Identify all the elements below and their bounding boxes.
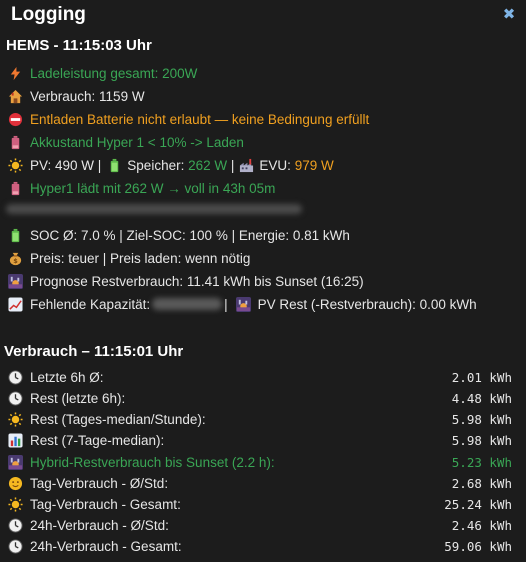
fehlend-label: Fehlende Kapazität: [30,296,151,312]
speicher-value: 262 W [188,157,228,173]
pv-rest-text: PV Rest (-Restverbrauch): 0.00 kWh [257,296,477,312]
verbrauch-row: Hybrid-Restverbrauch bis Sunset (2.2 h):… [8,452,512,472]
line-text: Hyper1 lädt mit 262 W → voll in 43h 05m [30,180,276,196]
verbrauch-label: Rest (letzte 6h): [30,390,126,406]
clock-icon [8,369,23,385]
bolt-icon [8,66,23,81]
line-text: Preis: teuer | Preis laden: wenn nötig [30,250,251,266]
verbrauch-row: Tag-Verbrauch - Gesamt: 25.24 kWh [8,494,512,514]
chart-increasing-icon [8,296,23,312]
hems-line-ladeleistung: Ladeleistung gesamt: 200W [8,63,197,83]
verbrauch-title: Verbrauch – 11:15:01 Uhr [4,343,184,360]
verbrauch-row: 24h-Verbrauch - Gesamt: 59.06 kWh [8,536,512,556]
battery-pink-icon [8,181,23,196]
hems-line-hyper: Hyper1 lädt mit 262 W → voll in 43h 05m [8,178,275,198]
verbrauch-value: 5.98 kWh [451,411,512,427]
fehlend-separator: | [224,296,228,312]
close-icon[interactable]: ✖ [502,7,516,22]
verbrauch-value: 59.06 kWh [444,538,512,554]
verbrauch-row: Tag-Verbrauch - Ø/Std: 2.68 kWh [8,473,512,493]
verbrauch-row: Rest (Tages-median/Stunde): 5.98 kWh [8,409,512,429]
verbrauch-label: 24h-Verbrauch - Ø/Std: [30,517,169,533]
hems-line-fehlend: Fehlende Kapazität: | PV Rest (-Restverb… [8,294,477,314]
svg-text:$: $ [13,257,18,265]
panel-title: Logging [11,4,86,25]
sunset-icon [8,273,23,289]
verbrauch-label: 24h-Verbrauch - Gesamt: [30,538,182,554]
hems-line-prognose: Prognose Restverbrauch: 11.41 kWh bis Su… [8,271,364,291]
factory-icon [239,158,254,173]
hems-line-pv: PV: 490 W | Speicher: 262 W | EVU: 979 W [8,155,334,175]
line-text: SOC Ø: 7.0 % | Ziel-SOC: 100 % | Energie… [30,227,350,243]
hems-line-preis: $ Preis: teuer | Preis laden: wenn nötig [8,248,250,268]
no-entry-icon [8,112,23,127]
pv-separator: | [230,157,235,173]
sunset-icon [8,454,23,470]
speicher-label: Speicher: [127,157,185,173]
verbrauch-value: 5.23 kWh [451,454,512,470]
line-text: Entladen Batterie nicht erlaubt — keine … [30,111,370,127]
verbrauch-value: 2.68 kWh [451,475,512,491]
verbrauch-value: 4.48 kWh [451,390,512,406]
verbrauch-label: Letzte 6h Ø: [30,369,104,385]
battery-icon [8,228,23,243]
hems-title: HEMS - 11:15:03 Uhr [6,37,152,54]
verbrauch-label: Hybrid-Restverbrauch bis Sunset (2.2 h): [30,454,275,470]
redacted-line [6,204,302,214]
line-text: Prognose Restverbrauch: 11.41 kWh bis Su… [30,273,364,289]
sun-icon [8,157,23,173]
evu-value: 979 W [294,157,334,173]
house-icon [8,89,23,104]
verbrauch-row: Letzte 6h Ø: 2.01 kWh [8,367,512,387]
sunset-icon [235,296,251,312]
verbrauch-value: 25.24 kWh [444,496,512,512]
hems-line-verbrauch: Verbrauch: 1159 W [8,86,145,106]
evu-label: EVU: [259,157,291,173]
verbrauch-label: Tag-Verbrauch - Ø/Std: [30,475,169,491]
hems-line-soc: SOC Ø: 7.0 % | Ziel-SOC: 100 % | Energie… [8,225,350,245]
verbrauch-label: Rest (7-Tage-median): [30,432,165,448]
line-text: Verbrauch: 1159 W [30,88,145,104]
sun-icon [8,496,23,512]
verbrauch-value: 2.01 kWh [451,369,512,385]
line-text: Ladeleistung gesamt: 200W [30,65,198,81]
hems-line-entladen: Entladen Batterie nicht erlaubt — keine … [8,109,369,129]
logging-panel: Logging ✖ HEMS - 11:15:03 Uhr Ladeleistu… [0,0,526,562]
clock-icon [8,390,23,406]
verbrauch-label: Tag-Verbrauch - Gesamt: [30,496,181,512]
bar-chart-icon [8,432,23,448]
battery-pink-icon [8,135,23,150]
verbrauch-row: Rest (letzte 6h): 4.48 kWh [8,388,512,408]
verbrauch-value: 5.98 kWh [451,432,512,448]
battery-icon [107,158,122,173]
pv-label: PV: 490 W | [30,157,102,173]
clock-icon [8,517,23,533]
line-text: Akkustand Hyper 1 < 10% -> Laden [30,134,244,150]
verbrauch-value: 2.46 kWh [451,517,512,533]
verbrauch-row: Rest (7-Tage-median): 5.98 kWh [8,430,512,450]
sun-face-icon [8,476,23,491]
hems-line-akkustand: Akkustand Hyper 1 < 10% -> Laden [8,132,244,152]
verbrauch-label: Rest (Tages-median/Stunde): [30,411,206,427]
clock-icon [8,538,23,554]
sun-icon [8,411,23,427]
money-bag-icon: $ [8,251,23,266]
redacted-value [152,298,223,310]
verbrauch-row: 24h-Verbrauch - Ø/Std: 2.46 kWh [8,515,512,535]
